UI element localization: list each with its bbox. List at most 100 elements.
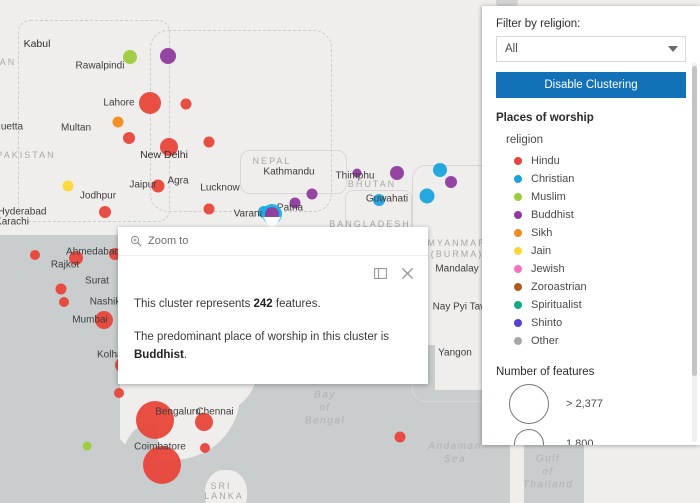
legend-item-zoroastrian[interactable]: Zoroastrian <box>514 278 686 296</box>
legend-swatch-icon <box>514 175 522 183</box>
panel-scrollbar-thumb[interactable] <box>692 66 697 376</box>
legend-item-jain[interactable]: Jain <box>514 242 686 260</box>
side-panel: Filter by religion: All Disable Clusteri… <box>482 6 700 445</box>
cluster-marker[interactable] <box>123 132 135 144</box>
cluster-marker[interactable] <box>180 98 192 110</box>
disable-clustering-label: Disable Clustering <box>544 79 638 91</box>
legend-item-sikh[interactable]: Sikh <box>514 224 686 242</box>
dock-icon[interactable] <box>374 267 387 280</box>
legend-item-label: Zoroastrian <box>531 281 587 293</box>
land-shape-srilanka <box>205 470 247 503</box>
legend-item-muslim[interactable]: Muslim <box>514 188 686 206</box>
cluster-marker[interactable] <box>419 188 435 204</box>
popup-feature-count: 242 <box>253 298 273 310</box>
religion-filter-select[interactable]: All <box>496 36 686 62</box>
legend-item-label: Jain <box>531 245 552 257</box>
cluster-marker[interactable] <box>99 206 111 218</box>
cluster-marker[interactable] <box>394 431 406 443</box>
cluster-marker[interactable] <box>352 168 362 178</box>
cluster-marker[interactable] <box>160 48 176 64</box>
legend-item-label: Christian <box>531 173 575 185</box>
cluster-marker[interactable] <box>390 166 404 180</box>
legend-item-label: Sikh <box>531 227 553 239</box>
size-legend-list: > 2,3771,8001,200 <box>502 384 686 445</box>
legend-swatch-icon <box>514 265 522 273</box>
chevron-down-icon <box>668 46 678 52</box>
cluster-marker[interactable] <box>82 441 92 451</box>
cluster-marker[interactable] <box>151 179 165 193</box>
cluster-marker[interactable] <box>139 92 161 114</box>
popup-line2-prefix: The predominant place of worship in this… <box>134 331 390 344</box>
legend-item-christian[interactable]: Christian <box>514 170 686 188</box>
size-circle-wrapper <box>502 384 556 424</box>
popup-line1-prefix: This cluster represents <box>134 298 254 310</box>
popup-action-bar <box>118 256 428 282</box>
size-legend-label: 1,800 <box>566 438 594 445</box>
cluster-marker[interactable] <box>112 116 124 128</box>
legend-item-label: Hindu <box>531 155 560 167</box>
religion-filter-value: All <box>505 43 518 55</box>
legend-item-shinto[interactable]: Shinto <box>514 314 686 332</box>
magnifier-icon <box>130 235 142 247</box>
cluster-marker[interactable] <box>373 194 385 206</box>
cluster-marker[interactable] <box>123 50 137 64</box>
legend-title: Places of worship <box>496 112 594 124</box>
country-border-pakistan <box>18 20 170 222</box>
map-application: Kabul Rawalpindi Lahore Multan New Delhi Jaip… <box>0 0 700 503</box>
cluster-marker[interactable] <box>306 188 318 200</box>
cluster-marker[interactable] <box>289 197 301 209</box>
cluster-marker[interactable] <box>200 443 210 453</box>
size-legend-label: > 2,377 <box>566 398 604 410</box>
cluster-marker[interactable] <box>114 388 124 398</box>
cluster-marker[interactable] <box>203 203 215 215</box>
legend-swatch-icon <box>514 247 522 255</box>
popup-predominant-line: The predominant place of worship in this… <box>134 329 412 364</box>
size-legend-title: Number of features <box>496 366 595 378</box>
popup-header: Zoom to <box>118 227 428 256</box>
cluster-marker[interactable] <box>160 138 178 156</box>
disable-clustering-button[interactable]: Disable Clustering <box>496 72 686 98</box>
legend-swatch-icon <box>514 193 522 201</box>
cluster-marker[interactable] <box>69 251 83 265</box>
legend-field-name: religion <box>506 134 544 146</box>
cluster-marker[interactable] <box>195 413 213 431</box>
cluster-marker[interactable] <box>143 446 181 484</box>
legend-swatch-icon <box>514 337 522 345</box>
legend-item-label: Muslim <box>531 191 566 203</box>
water-gulf-thailand <box>524 438 584 503</box>
close-icon[interactable] <box>401 267 414 280</box>
legend-swatch-icon <box>514 301 522 309</box>
water-arabian-sea <box>0 235 120 503</box>
country-border-nepal <box>240 150 347 194</box>
zoom-to-button[interactable]: Zoom to <box>130 235 188 247</box>
legend-item-list: Hindu Christian Muslim Buddhist Sikh Jain Jewi… <box>514 152 686 350</box>
filter-label: Filter by religion: <box>496 18 581 30</box>
legend-item-buddhist[interactable]: Buddhist <box>514 206 686 224</box>
cluster-marker[interactable] <box>136 401 174 439</box>
legend-item-other[interactable]: Other <box>514 332 686 350</box>
legend-item-label: Other <box>531 335 559 347</box>
size-legend-item: > 2,377 <box>502 384 686 424</box>
cluster-marker[interactable] <box>433 163 447 177</box>
cluster-marker[interactable] <box>55 283 67 295</box>
legend-item-label: Buddhist <box>531 209 574 221</box>
cluster-marker[interactable] <box>95 311 113 329</box>
size-legend-item: 1,800 <box>502 429 686 445</box>
legend-item-hindu[interactable]: Hindu <box>514 152 686 170</box>
popup-feature-count-line: This cluster represents 242 features. <box>134 296 412 313</box>
legend-swatch-icon <box>514 283 522 291</box>
cluster-marker[interactable] <box>445 176 457 188</box>
cluster-marker[interactable] <box>59 297 69 307</box>
legend-swatch-icon <box>514 319 522 327</box>
cluster-marker[interactable] <box>62 180 74 192</box>
cluster-marker[interactable] <box>30 250 40 260</box>
popup-content: This cluster represents 242 features. Th… <box>118 282 428 384</box>
legend-item-jewish[interactable]: Jewish <box>514 260 686 278</box>
size-circle-wrapper <box>502 429 556 445</box>
legend-item-label: Jewish <box>531 263 565 275</box>
feature-popup[interactable]: Zoom to This cluster represents 242 feat… <box>118 227 428 384</box>
cluster-marker[interactable] <box>203 136 215 148</box>
popup-line1-suffix: features. <box>272 298 321 310</box>
legend-item-spiritualist[interactable]: Spiritualist <box>514 296 686 314</box>
legend-swatch-icon <box>514 211 522 219</box>
